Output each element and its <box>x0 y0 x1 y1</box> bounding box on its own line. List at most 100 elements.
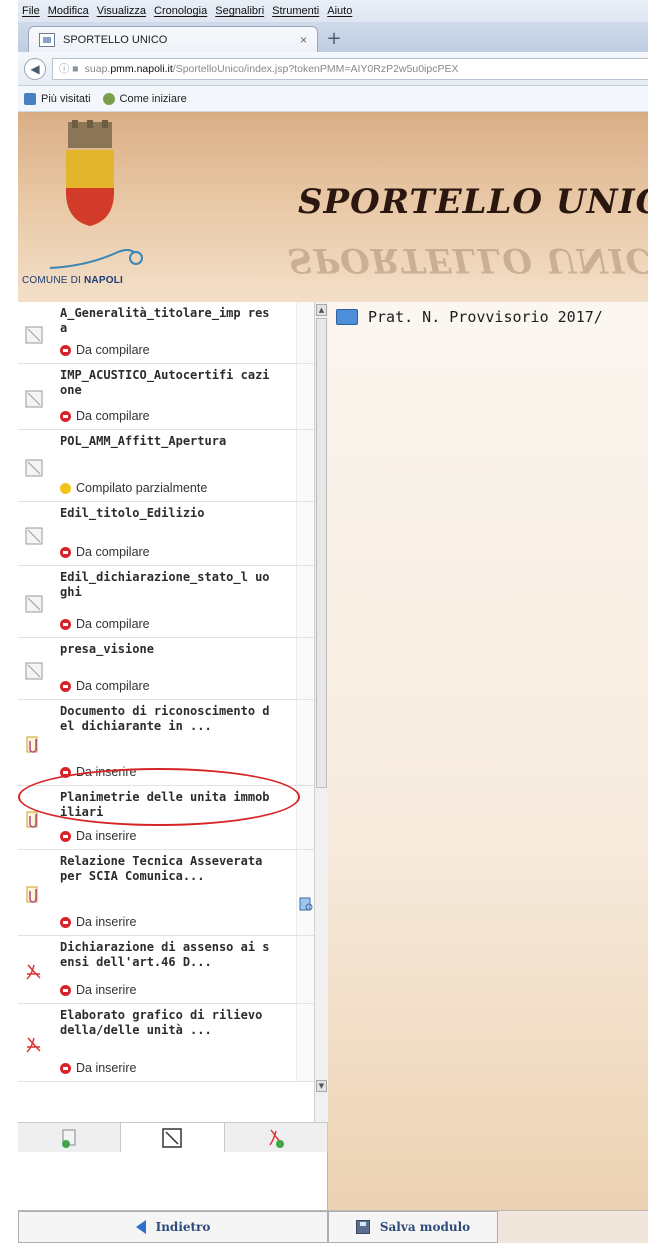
save-module-button[interactable]: Salva modulo <box>328 1211 498 1243</box>
bookmark-come-iniziare[interactable]: Come iniziare <box>102 92 187 105</box>
scroll-thumb[interactable] <box>316 318 327 788</box>
menu-cronologia[interactable]: Cronologia <box>150 5 211 17</box>
module-name: IMP_ACUSTICO_Autocertifi cazione <box>60 368 270 397</box>
module-type-toolbar <box>18 1122 328 1152</box>
module-item[interactable]: Elaborato grafico di rilievo della/delle… <box>18 1004 314 1082</box>
module-status: Da compilare <box>60 343 150 357</box>
module-item[interactable]: IMP_ACUSTICO_Autocertifi cazione Da compi… <box>18 364 314 430</box>
form-icon <box>25 326 43 344</box>
status-label: Compilato parzialmente <box>76 481 208 495</box>
scroll-down-icon[interactable]: ▼ <box>316 1080 327 1092</box>
save-button-label: Salva modulo <box>379 1220 471 1234</box>
module-item[interactable]: Edil_dichiarazione_stato_l uoghi Da compi… <box>18 566 314 638</box>
missing-status-icon <box>60 1062 71 1074</box>
form-icon <box>25 595 43 613</box>
tab-documents-attach[interactable] <box>18 1123 122 1152</box>
module-action-cell[interactable] <box>296 566 314 637</box>
tab-pdf-attach[interactable] <box>225 1123 328 1152</box>
tab-close-icon[interactable]: × <box>300 33 307 47</box>
module-name: Edil_titolo_Edilizio <box>60 506 205 520</box>
new-tab-button[interactable]: + <box>323 28 345 50</box>
url-path: /SportelloUnico/index.jsp?tokenPMM=AIY0R… <box>172 62 459 75</box>
status-label: Da inserire <box>76 1061 137 1075</box>
module-action-cell[interactable] <box>296 936 314 1003</box>
scroll-up-icon[interactable]: ▲ <box>316 304 327 316</box>
module-list: A_Generalità_titolare_imp resa Da compila… <box>18 302 314 1152</box>
missing-status-icon <box>60 830 71 842</box>
module-action-cell[interactable] <box>296 1004 314 1081</box>
attachment-icon <box>26 736 38 753</box>
missing-status-icon <box>60 410 71 422</box>
missing-status-icon <box>60 680 71 692</box>
module-item[interactable]: Edil_titolo_Edilizio Da compilare <box>18 502 314 566</box>
form-icon <box>25 390 43 408</box>
status-label: Da compilare <box>76 617 150 631</box>
page-title: SPORTELLO UNICO <box>298 182 648 222</box>
bookmark-piu-visitati[interactable]: Più visitati <box>24 92 91 105</box>
save-disk-icon <box>355 1220 370 1234</box>
module-action-cell[interactable] <box>296 364 314 429</box>
pratica-header[interactable]: Prat. N. Provvisorio 2017/ <box>336 308 603 326</box>
module-item[interactable]: Dichiarazione di assenso ai sensi dell'a… <box>18 936 314 1004</box>
site-info-icon[interactable]: ⓘ ■ <box>59 61 79 76</box>
document-add-icon <box>62 1129 76 1148</box>
back-arrow-icon[interactable]: ◀ <box>24 57 46 80</box>
module-item[interactable]: Relazione Tecnica Asseverata per SCIA Co… <box>18 850 314 936</box>
pratica-number: Prat. N. Provvisorio 2017/ <box>368 308 603 326</box>
tab-sportello-unico[interactable]: SPORTELLO UNICO × <box>28 26 318 52</box>
module-name: POL_AMM_Affitt_Apertura <box>60 434 227 448</box>
module-status: Da compilare <box>60 617 150 631</box>
page-favicon-icon <box>39 32 55 47</box>
pdf-icon <box>26 1037 41 1053</box>
module-action-cell[interactable] <box>296 850 314 935</box>
missing-status-icon <box>60 344 71 356</box>
address-bar[interactable]: ⓘ ■ suap. pmm.napoli.it/SportelloUnico/in… <box>51 57 648 80</box>
page-header: COMUNE DI NAPOLI SPORTELLO UNICO SPORTEL… <box>18 112 648 302</box>
menu-strumenti[interactable]: Strumenti <box>268 5 323 17</box>
menu-file[interactable]: File <box>18 5 44 17</box>
page-title-reflection: SPORTELLO UNICO <box>288 240 648 280</box>
form-icon <box>25 527 43 545</box>
module-name: Edil_dichiarazione_stato_l uoghi <box>60 570 270 599</box>
module-action-cell[interactable] <box>296 302 314 363</box>
module-item[interactable]: presa_visione Da compilare <box>18 638 314 700</box>
module-name: Documento di riconoscimento del dichiara… <box>60 704 270 733</box>
detail-area: Prat. N. Provvisorio 2017/ <box>328 302 648 1210</box>
module-action-cell[interactable] <box>296 700 314 785</box>
menu-segnalibri[interactable]: Segnalibri <box>211 5 268 17</box>
module-action-cell[interactable] <box>296 502 314 565</box>
tab-title: SPORTELLO UNICO <box>63 33 168 46</box>
missing-status-icon <box>60 984 71 996</box>
form-icon <box>25 459 43 477</box>
module-status: Da compilare <box>60 679 150 693</box>
tab-bar: SPORTELLO UNICO × + <box>18 22 648 52</box>
module-status: Da compilare <box>60 409 150 423</box>
module-name: presa_visione <box>60 642 154 656</box>
module-list-scrollbar[interactable]: ▲ ▼ <box>314 302 328 1152</box>
menu-modifica[interactable]: Modifica <box>44 5 93 17</box>
tab-forms[interactable] <box>121 1123 225 1152</box>
module-item[interactable]: A_Generalità_titolare_imp resa Da compila… <box>18 302 314 364</box>
status-label: Da compilare <box>76 409 150 423</box>
browser-window: File Modifica Visualizza Cronologia Segn… <box>18 0 648 1243</box>
preview-document-icon[interactable] <box>298 896 314 912</box>
back-button-label: Indietro <box>155 1220 211 1234</box>
module-status: Da inserire <box>60 829 136 843</box>
module-action-cell[interactable] <box>296 638 314 699</box>
bookmark-label: Più visitati <box>41 92 91 105</box>
back-button[interactable]: Indietro <box>18 1211 328 1243</box>
module-status: Compilato parzialmente <box>60 481 207 495</box>
bookmarks-toolbar: Più visitati Come iniziare <box>18 86 648 112</box>
menu-aiuto[interactable]: Aiuto <box>323 5 356 17</box>
attachment-icon <box>26 886 38 903</box>
module-item[interactable]: POL_AMM_Affitt_Apertura Compilato parzial… <box>18 430 314 502</box>
module-name: Dichiarazione di assenso ai sensi dell'a… <box>60 940 270 969</box>
module-status: Da inserire <box>60 983 136 997</box>
missing-status-icon <box>60 916 71 928</box>
module-action-cell[interactable] <box>296 430 314 501</box>
menu-visualizza[interactable]: Visualizza <box>93 5 150 17</box>
url-domain: pmm.napoli.it <box>110 62 173 75</box>
module-status: Da inserire <box>60 1061 136 1075</box>
status-label: Da compilare <box>76 343 150 357</box>
folder-icon <box>336 309 358 325</box>
